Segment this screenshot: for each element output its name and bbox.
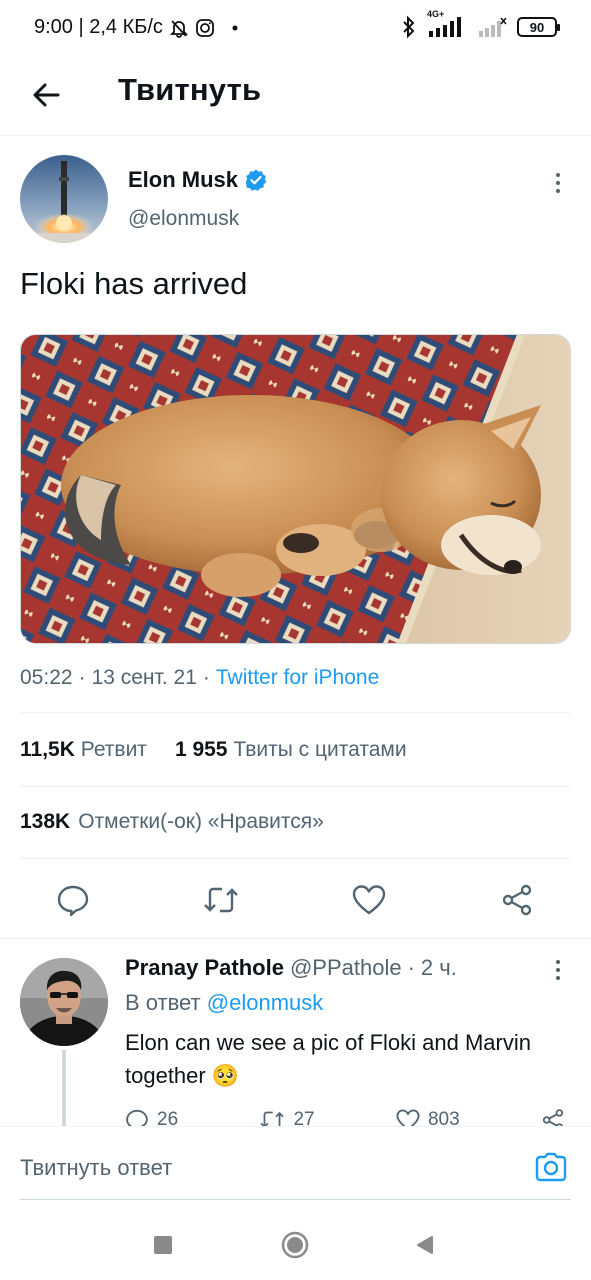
retweets-stat[interactable]: 11,5K Ретвит (20, 738, 147, 762)
reply-text: Elon can we see a pic of Floki and Marvi… (125, 1030, 531, 1088)
battery-level: 90 (529, 19, 545, 35)
quotes-stat[interactable]: 1 955 Твиты с цитатами (175, 738, 407, 762)
meta-separator: · (202, 666, 210, 689)
rocket-launch-image (20, 155, 108, 243)
arrow-left-icon (33, 83, 60, 107)
reply-header: Pranay Pathole @PPathole · 2 ч. (125, 955, 457, 981)
meta-separator: · (78, 666, 86, 689)
retweet-stats-row: 11,5K Ретвит 1 955 Твиты с цитатами (20, 738, 407, 762)
silent-bell-icon (169, 18, 189, 38)
tweet-text: Floki has arrived (20, 266, 248, 301)
reply-to-prefix: В ответ (125, 990, 201, 1015)
tweet-date: 13 сент. 21 (91, 666, 197, 689)
composer-underline (20, 1199, 571, 1200)
page-title: Твитнуть (118, 72, 262, 107)
more-dot-icon (556, 173, 560, 177)
reply-to-mention[interactable]: @elonmusk (207, 990, 324, 1015)
top-header: Твитнуть (0, 58, 591, 136)
more-dot-icon (556, 968, 560, 972)
quotes-count: 1 955 (174, 738, 228, 761)
more-dot-icon (556, 976, 560, 980)
reply-input[interactable]: Твитнуть ответ (20, 1155, 172, 1181)
reply-icon (57, 885, 89, 917)
reply-avatar[interactable] (20, 958, 108, 1046)
circle-home-icon (281, 1231, 309, 1259)
status-time-speed: 9:00 | 2,4 КБ/с (34, 16, 163, 38)
likes-label: Отметки(-ок) «Нравится» (78, 810, 324, 833)
verified-badge-icon (245, 169, 267, 191)
author-name: Elon Musk (128, 167, 239, 192)
tweet-actions (0, 868, 591, 932)
retweets-label: Ретвит (80, 738, 147, 761)
signal-icon: 4G+ (427, 9, 467, 39)
author-handle[interactable]: @elonmusk (128, 207, 239, 231)
reply-dot: · (407, 955, 415, 980)
like-button[interactable] (349, 880, 389, 920)
quotes-label: Твиты с цитатами (233, 738, 407, 761)
section-divider (0, 938, 591, 939)
network-type: 4G+ (427, 9, 445, 19)
tweet-time: 05:22 (20, 666, 73, 689)
status-right: 4G+ 90 (401, 9, 560, 39)
divider (20, 712, 571, 713)
share-button[interactable] (497, 880, 537, 920)
system-nav-bar (0, 1210, 591, 1280)
more-dot-icon (556, 181, 560, 185)
author-name-row[interactable]: Elon Musk (128, 167, 268, 193)
share-icon (502, 884, 532, 916)
back-button[interactable] (26, 75, 66, 115)
recents-button[interactable] (148, 1230, 178, 1260)
status-bar: 9:00 | 2,4 КБ/с 4G+ 90 (0, 0, 591, 58)
likes-stats-row[interactable]: 138K Отметки(-ок) «Нравится» (20, 810, 324, 834)
retweet-button[interactable] (201, 880, 241, 920)
puppy-photo (21, 335, 570, 643)
battery-icon: 90 (517, 17, 560, 37)
home-button[interactable] (280, 1230, 310, 1260)
bluetooth-icon (401, 15, 417, 39)
status-left: 9:00 | 2,4 КБ/с (34, 16, 239, 39)
more-dot-icon (556, 189, 560, 193)
instagram-icon (195, 18, 215, 38)
thread-line (62, 1050, 66, 1128)
reply-composer: Твитнуть ответ (0, 1126, 591, 1210)
user-photo (20, 958, 108, 1046)
retweet-icon (204, 887, 238, 913)
tweet-media-image[interactable] (20, 334, 571, 644)
reply-author-handle[interactable]: @PPathole (290, 955, 402, 981)
more-dot-icon (556, 960, 560, 964)
signal-weak-icon (477, 15, 507, 39)
tweet-meta: 05:22 · 13 сент. 21 · Twitter for iPhone (20, 666, 379, 690)
camera-icon (535, 1152, 567, 1182)
back-nav-button[interactable] (410, 1230, 440, 1260)
triangle-back-icon (417, 1236, 433, 1254)
dot-icon (231, 24, 239, 32)
camera-button[interactable] (532, 1149, 570, 1185)
divider (20, 786, 571, 787)
divider (20, 858, 571, 859)
reply-more-options-button[interactable] (548, 955, 568, 985)
more-options-button[interactable] (548, 168, 568, 198)
author-avatar[interactable] (20, 155, 108, 243)
reply-author-name[interactable]: Pranay Pathole (125, 955, 284, 981)
likes-count: 138K (20, 810, 71, 833)
retweets-count: 11,5K (20, 738, 75, 761)
square-icon (154, 1236, 172, 1254)
heart-icon (352, 885, 386, 915)
tweet-source-link[interactable]: Twitter for iPhone (216, 666, 379, 690)
reply-button[interactable] (53, 880, 93, 920)
reply-time: 2 ч. (420, 955, 457, 980)
replying-to: В ответ @elonmusk (125, 990, 323, 1016)
